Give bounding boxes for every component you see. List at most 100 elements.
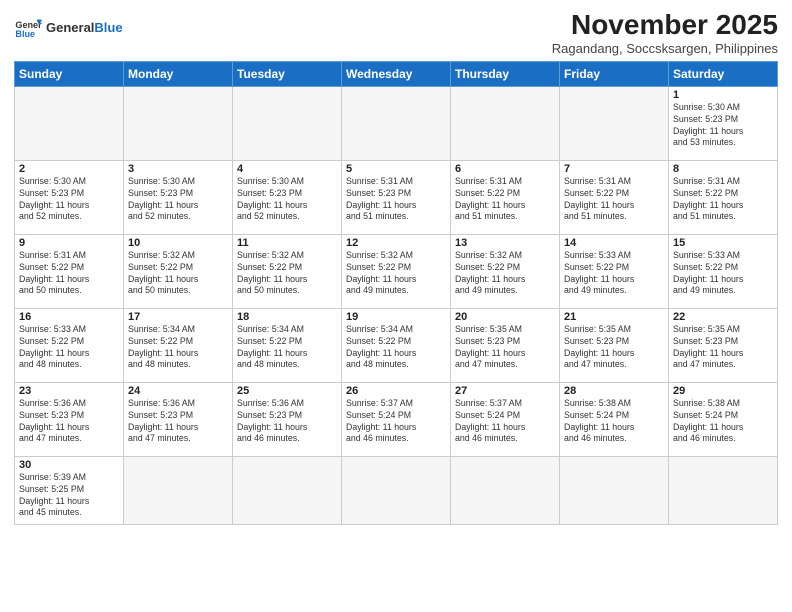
day-number: 10 — [128, 237, 228, 249]
calendar-cell — [233, 86, 342, 160]
day-number: 19 — [346, 311, 446, 323]
logo: General Blue GeneralBlue — [14, 14, 123, 42]
title-block: November 2025 Ragandang, Soccsksargen, P… — [552, 10, 778, 56]
location: Ragandang, Soccsksargen, Philippines — [552, 41, 778, 56]
calendar-cell: 14Sunrise: 5:33 AM Sunset: 5:22 PM Dayli… — [560, 234, 669, 308]
day-info: Sunrise: 5:32 AM Sunset: 5:22 PM Dayligh… — [128, 250, 228, 298]
calendar-cell: 9Sunrise: 5:31 AM Sunset: 5:22 PM Daylig… — [15, 234, 124, 308]
day-number: 6 — [455, 163, 555, 175]
calendar-cell: 12Sunrise: 5:32 AM Sunset: 5:22 PM Dayli… — [342, 234, 451, 308]
day-info: Sunrise: 5:36 AM Sunset: 5:23 PM Dayligh… — [19, 398, 119, 446]
day-info: Sunrise: 5:33 AM Sunset: 5:22 PM Dayligh… — [564, 250, 664, 298]
week-row-4: 16Sunrise: 5:33 AM Sunset: 5:22 PM Dayli… — [15, 308, 778, 382]
day-number: 27 — [455, 385, 555, 397]
day-number: 20 — [455, 311, 555, 323]
day-info: Sunrise: 5:31 AM Sunset: 5:22 PM Dayligh… — [564, 176, 664, 224]
day-number: 24 — [128, 385, 228, 397]
calendar-cell: 6Sunrise: 5:31 AM Sunset: 5:22 PM Daylig… — [451, 160, 560, 234]
day-number: 3 — [128, 163, 228, 175]
calendar-cell — [15, 86, 124, 160]
weekday-header-row: SundayMondayTuesdayWednesdayThursdayFrid… — [15, 61, 778, 86]
page: General Blue GeneralBlue November 2025 R… — [0, 0, 792, 531]
calendar-cell: 11Sunrise: 5:32 AM Sunset: 5:22 PM Dayli… — [233, 234, 342, 308]
day-number: 29 — [673, 385, 773, 397]
week-row-6: 30Sunrise: 5:39 AM Sunset: 5:25 PM Dayli… — [15, 456, 778, 524]
month-title: November 2025 — [552, 10, 778, 41]
calendar-cell — [233, 456, 342, 524]
calendar-cell — [560, 86, 669, 160]
calendar-cell: 18Sunrise: 5:34 AM Sunset: 5:22 PM Dayli… — [233, 308, 342, 382]
day-number: 25 — [237, 385, 337, 397]
day-number: 18 — [237, 311, 337, 323]
calendar-cell: 23Sunrise: 5:36 AM Sunset: 5:23 PM Dayli… — [15, 382, 124, 456]
day-info: Sunrise: 5:30 AM Sunset: 5:23 PM Dayligh… — [19, 176, 119, 224]
week-row-3: 9Sunrise: 5:31 AM Sunset: 5:22 PM Daylig… — [15, 234, 778, 308]
calendar-cell — [669, 456, 778, 524]
calendar-cell: 5Sunrise: 5:31 AM Sunset: 5:23 PM Daylig… — [342, 160, 451, 234]
day-info: Sunrise: 5:31 AM Sunset: 5:22 PM Dayligh… — [19, 250, 119, 298]
weekday-monday: Monday — [124, 61, 233, 86]
calendar-cell: 26Sunrise: 5:37 AM Sunset: 5:24 PM Dayli… — [342, 382, 451, 456]
day-number: 7 — [564, 163, 664, 175]
calendar-cell: 16Sunrise: 5:33 AM Sunset: 5:22 PM Dayli… — [15, 308, 124, 382]
calendar-cell: 21Sunrise: 5:35 AM Sunset: 5:23 PM Dayli… — [560, 308, 669, 382]
calendar-cell: 15Sunrise: 5:33 AM Sunset: 5:22 PM Dayli… — [669, 234, 778, 308]
day-number: 28 — [564, 385, 664, 397]
day-number: 22 — [673, 311, 773, 323]
calendar-cell: 24Sunrise: 5:36 AM Sunset: 5:23 PM Dayli… — [124, 382, 233, 456]
day-info: Sunrise: 5:35 AM Sunset: 5:23 PM Dayligh… — [455, 324, 555, 372]
day-number: 15 — [673, 237, 773, 249]
day-info: Sunrise: 5:35 AM Sunset: 5:23 PM Dayligh… — [673, 324, 773, 372]
calendar-cell: 30Sunrise: 5:39 AM Sunset: 5:25 PM Dayli… — [15, 456, 124, 524]
day-number: 14 — [564, 237, 664, 249]
day-info: Sunrise: 5:37 AM Sunset: 5:24 PM Dayligh… — [346, 398, 446, 446]
day-info: Sunrise: 5:32 AM Sunset: 5:22 PM Dayligh… — [455, 250, 555, 298]
calendar-cell: 7Sunrise: 5:31 AM Sunset: 5:22 PM Daylig… — [560, 160, 669, 234]
day-info: Sunrise: 5:31 AM Sunset: 5:22 PM Dayligh… — [673, 176, 773, 224]
calendar-cell: 2Sunrise: 5:30 AM Sunset: 5:23 PM Daylig… — [15, 160, 124, 234]
week-row-1: 1Sunrise: 5:30 AM Sunset: 5:23 PM Daylig… — [15, 86, 778, 160]
weekday-tuesday: Tuesday — [233, 61, 342, 86]
calendar-cell — [342, 456, 451, 524]
day-info: Sunrise: 5:31 AM Sunset: 5:22 PM Dayligh… — [455, 176, 555, 224]
calendar-cell — [451, 86, 560, 160]
weekday-sunday: Sunday — [15, 61, 124, 86]
calendar-cell — [342, 86, 451, 160]
day-number: 1 — [673, 89, 773, 101]
calendar-cell: 3Sunrise: 5:30 AM Sunset: 5:23 PM Daylig… — [124, 160, 233, 234]
weekday-wednesday: Wednesday — [342, 61, 451, 86]
day-info: Sunrise: 5:30 AM Sunset: 5:23 PM Dayligh… — [237, 176, 337, 224]
day-number: 4 — [237, 163, 337, 175]
calendar-cell: 4Sunrise: 5:30 AM Sunset: 5:23 PM Daylig… — [233, 160, 342, 234]
weekday-saturday: Saturday — [669, 61, 778, 86]
day-info: Sunrise: 5:33 AM Sunset: 5:22 PM Dayligh… — [673, 250, 773, 298]
svg-text:Blue: Blue — [15, 29, 35, 39]
day-number: 13 — [455, 237, 555, 249]
calendar-cell: 10Sunrise: 5:32 AM Sunset: 5:22 PM Dayli… — [124, 234, 233, 308]
calendar-cell: 25Sunrise: 5:36 AM Sunset: 5:23 PM Dayli… — [233, 382, 342, 456]
day-number: 5 — [346, 163, 446, 175]
day-info: Sunrise: 5:36 AM Sunset: 5:23 PM Dayligh… — [237, 398, 337, 446]
day-number: 17 — [128, 311, 228, 323]
calendar-cell: 13Sunrise: 5:32 AM Sunset: 5:22 PM Dayli… — [451, 234, 560, 308]
calendar-cell: 19Sunrise: 5:34 AM Sunset: 5:22 PM Dayli… — [342, 308, 451, 382]
day-number: 26 — [346, 385, 446, 397]
week-row-2: 2Sunrise: 5:30 AM Sunset: 5:23 PM Daylig… — [15, 160, 778, 234]
day-info: Sunrise: 5:38 AM Sunset: 5:24 PM Dayligh… — [564, 398, 664, 446]
week-row-5: 23Sunrise: 5:36 AM Sunset: 5:23 PM Dayli… — [15, 382, 778, 456]
day-info: Sunrise: 5:35 AM Sunset: 5:23 PM Dayligh… — [564, 324, 664, 372]
day-number: 21 — [564, 311, 664, 323]
day-info: Sunrise: 5:31 AM Sunset: 5:23 PM Dayligh… — [346, 176, 446, 224]
logo-text: GeneralBlue — [46, 21, 123, 35]
calendar-cell — [124, 456, 233, 524]
day-info: Sunrise: 5:34 AM Sunset: 5:22 PM Dayligh… — [346, 324, 446, 372]
calendar-cell — [560, 456, 669, 524]
day-info: Sunrise: 5:30 AM Sunset: 5:23 PM Dayligh… — [673, 102, 773, 150]
day-number: 16 — [19, 311, 119, 323]
calendar-cell: 27Sunrise: 5:37 AM Sunset: 5:24 PM Dayli… — [451, 382, 560, 456]
calendar-cell: 29Sunrise: 5:38 AM Sunset: 5:24 PM Dayli… — [669, 382, 778, 456]
calendar-cell: 17Sunrise: 5:34 AM Sunset: 5:22 PM Dayli… — [124, 308, 233, 382]
day-number: 2 — [19, 163, 119, 175]
day-number: 12 — [346, 237, 446, 249]
day-number: 8 — [673, 163, 773, 175]
